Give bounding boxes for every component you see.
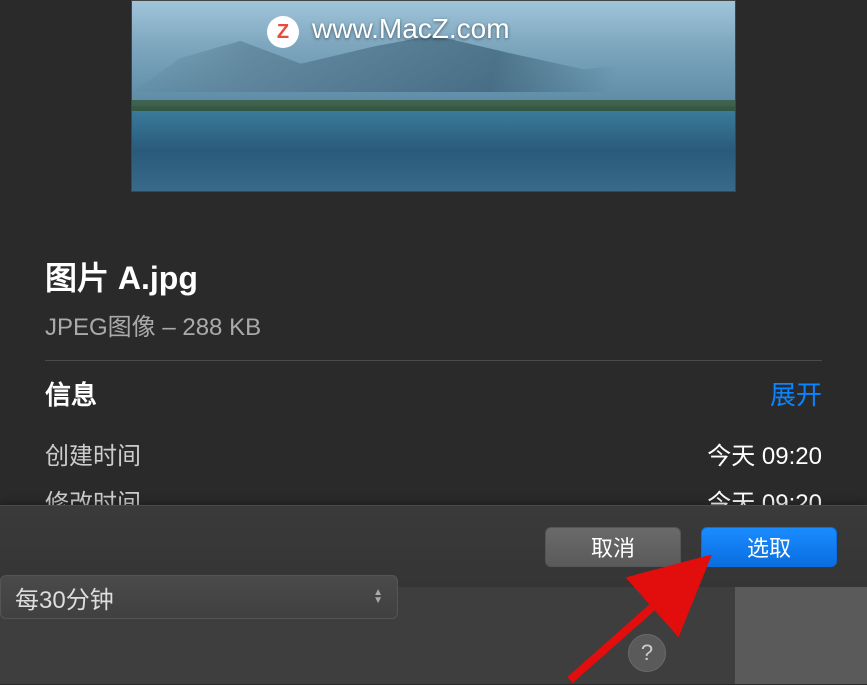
expand-button[interactable]: 展开 [770, 375, 822, 412]
info-row-value: 今天 09:20 [707, 436, 822, 471]
select-button[interactable]: 选取 [701, 527, 837, 567]
right-shadow [735, 587, 867, 684]
interval-dropdown[interactable]: 每30分钟 ▲ ▼ [0, 575, 398, 619]
preview-area: Z www.MacZ.com [0, 0, 867, 205]
help-button[interactable]: ? [628, 634, 666, 672]
watermark-text: www.MacZ.com [312, 13, 510, 45]
stepper-icon: ▲ ▼ [373, 589, 383, 605]
watermark-badge-icon: Z [267, 16, 299, 48]
dropdown-selected-text: 每30分钟 [15, 580, 114, 615]
file-name: 图片 A.jpg [45, 253, 822, 299]
file-type-size: JPEG图像 – 288 KB [45, 307, 822, 342]
info-row-created: 创建时间 今天 09:20 [45, 430, 822, 477]
info-row-label: 创建时间 [45, 436, 141, 471]
info-section-label: 信息 [45, 375, 97, 412]
preview-image: Z www.MacZ.com [131, 0, 736, 192]
cancel-button[interactable]: 取消 [545, 527, 681, 567]
file-info-section: 图片 A.jpg JPEG图像 – 288 KB [0, 205, 867, 342]
info-header: 信息 展开 [0, 361, 867, 412]
